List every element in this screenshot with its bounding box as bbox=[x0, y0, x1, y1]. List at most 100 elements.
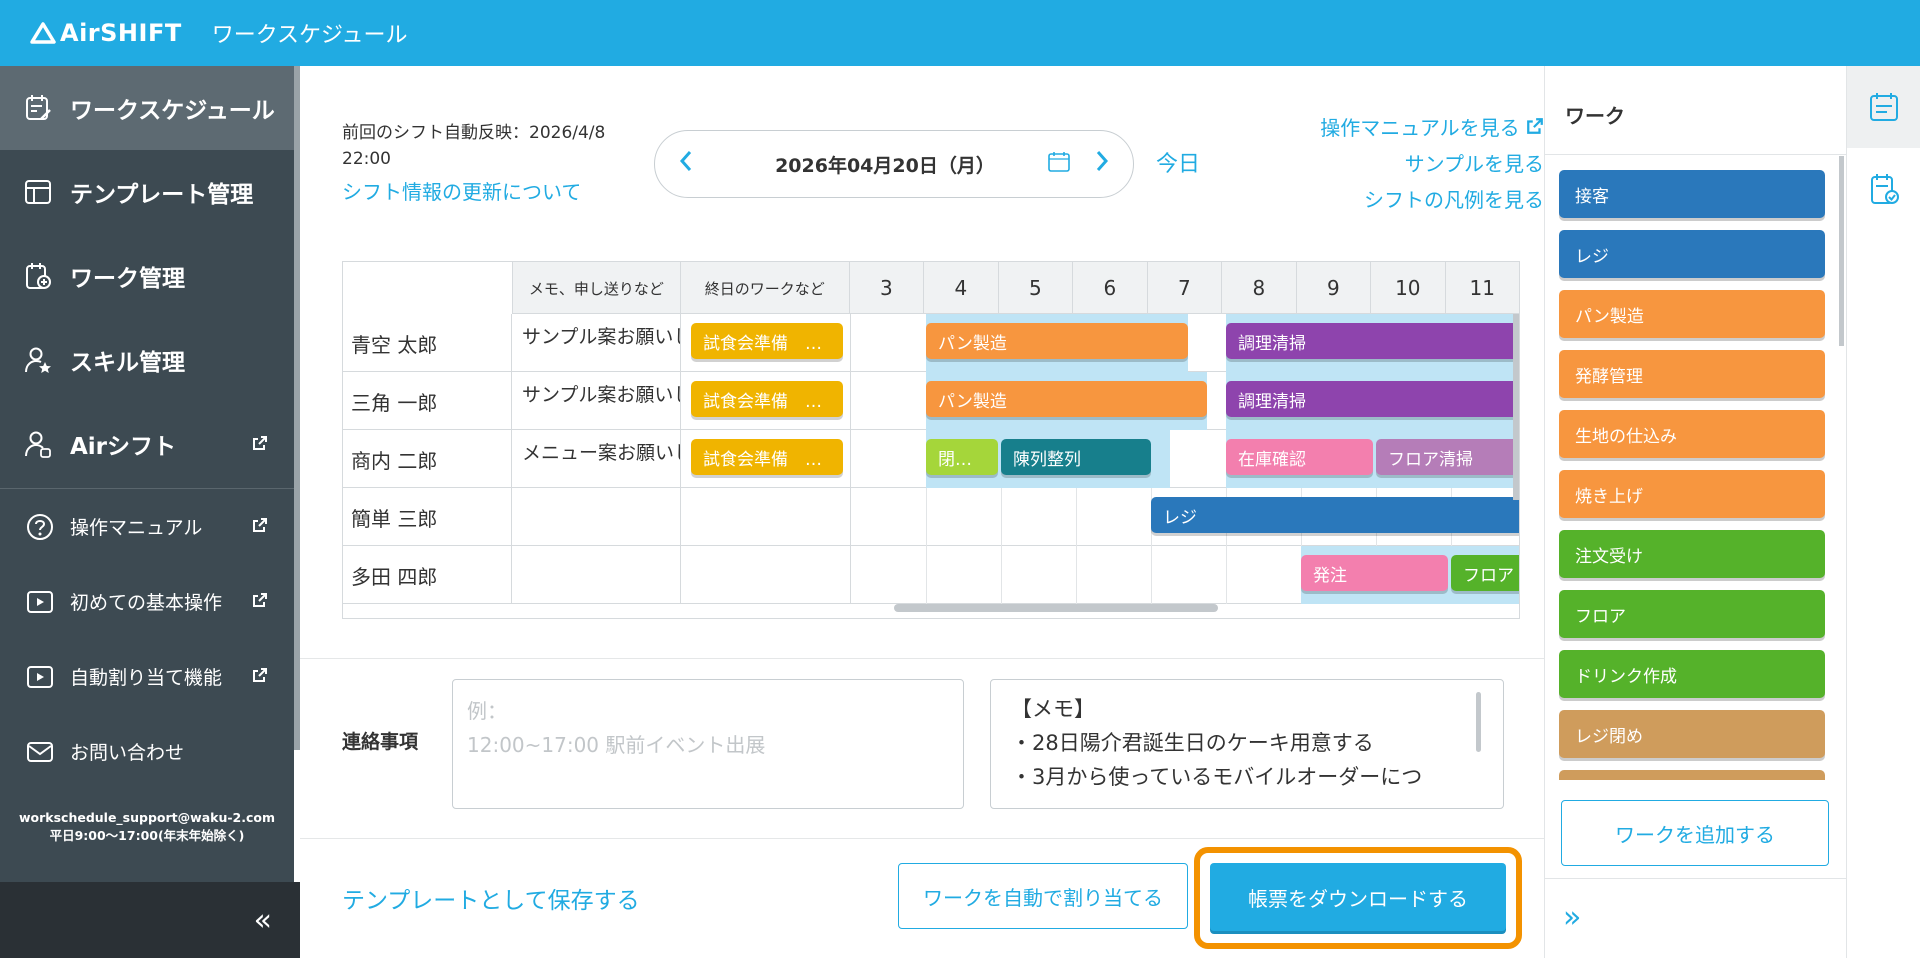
work-item[interactable]: レジ bbox=[1559, 230, 1825, 278]
sample-link[interactable]: サンプルを見る bbox=[1320, 148, 1544, 184]
work-item[interactable]: 接客 bbox=[1559, 170, 1825, 218]
collapse-sidebar-button[interactable]: « bbox=[0, 882, 300, 958]
manual-link-label: 操作マニュアルを見る bbox=[1320, 116, 1520, 140]
task-bar[interactable]: 在庫確認 bbox=[1226, 439, 1373, 475]
schedule-edit-icon bbox=[22, 92, 54, 124]
task-bar[interactable]: 発注 bbox=[1301, 555, 1448, 591]
play-icon bbox=[24, 661, 56, 693]
nav-label: ワークスケジュール bbox=[70, 98, 275, 124]
contact-input[interactable]: 例： 12:00~17:00 駅前イベント出展 bbox=[452, 679, 964, 809]
next-day-button[interactable] bbox=[1095, 149, 1109, 179]
sidebar: ワークスケジュール テンプレート管理 ワーク管理 スキル管理 Airシフト 操作… bbox=[0, 66, 300, 958]
chevron-right-icon bbox=[1096, 151, 1109, 171]
update-info-link[interactable]: シフト情報の更新について bbox=[342, 176, 581, 205]
memo-textarea[interactable]: 【メモ】 ・28日陽介君誕生日のケーキ用意する ・3月から使っているモバイルオー… bbox=[990, 679, 1504, 809]
task-bar[interactable]: レジ bbox=[1151, 497, 1519, 533]
support-info: workschedule_support@waku-2.com 平日9:00〜1… bbox=[0, 809, 294, 845]
right-icon-strip bbox=[1846, 66, 1920, 958]
allday-column-header: 終日のワークなど bbox=[679, 262, 849, 314]
work-panel-divider bbox=[1545, 878, 1847, 879]
today-button[interactable]: 今日 bbox=[1156, 146, 1200, 178]
auto-assign-button[interactable]: ワークを自動で割り当てる bbox=[898, 863, 1188, 929]
timeline-cell[interactable]: パン製造 調理清掃 bbox=[851, 314, 1519, 372]
expand-panel-button[interactable]: » bbox=[1563, 900, 1581, 935]
hour-header: 8 bbox=[1221, 262, 1295, 314]
memo-cell[interactable]: メニュー案お願いします bbox=[512, 430, 681, 488]
person-icon bbox=[22, 428, 54, 460]
schedule-row: 多田 四郎 発注 フロア bbox=[343, 546, 1519, 604]
nav-label: Airシフト bbox=[70, 434, 177, 460]
template-icon bbox=[22, 176, 54, 208]
allday-work-chip[interactable]: 試食会準備 … bbox=[691, 381, 843, 417]
task-bar[interactable]: フロア清掃 bbox=[1376, 439, 1519, 475]
memo-cell[interactable]: サンプル案お願いします bbox=[512, 314, 681, 372]
task-bar[interactable]: 閉… bbox=[926, 439, 998, 475]
allday-cell[interactable] bbox=[681, 546, 851, 604]
checklist-view-tab[interactable] bbox=[1847, 148, 1920, 230]
nav-airshift[interactable]: Airシフト bbox=[0, 402, 294, 486]
task-bar[interactable]: フロア bbox=[1451, 555, 1519, 591]
hour-header: 3 bbox=[848, 262, 923, 314]
memo-cell[interactable] bbox=[512, 488, 681, 546]
nav-skill-management[interactable]: スキル管理 bbox=[0, 318, 294, 402]
prev-day-button[interactable] bbox=[679, 149, 693, 179]
nav-work-schedule[interactable]: ワークスケジュール bbox=[0, 66, 294, 150]
add-work-button[interactable]: ワークを追加する bbox=[1561, 800, 1829, 866]
allday-cell[interactable] bbox=[681, 488, 851, 546]
download-report-button[interactable]: 帳票をダウンロードする bbox=[1210, 863, 1506, 931]
memo-line: ・3月から使っているモバイルオーダーにつ bbox=[1011, 765, 1423, 789]
allday-work-chip[interactable]: 試食会準備 … bbox=[691, 323, 843, 359]
work-item[interactable]: 焼き上げ bbox=[1559, 470, 1825, 518]
timeline-cell[interactable]: パン製造 調理清掃 bbox=[851, 372, 1519, 430]
hour-header: 5 bbox=[997, 262, 1072, 314]
allday-cell[interactable]: 試食会準備 … bbox=[681, 372, 851, 430]
task-bar[interactable]: 陳列整列 bbox=[1001, 439, 1151, 475]
work-item[interactable]: 注文受け bbox=[1559, 530, 1825, 578]
work-item[interactable]: ドリンク作成 bbox=[1559, 650, 1825, 698]
nav-contact[interactable]: お問い合わせ bbox=[0, 714, 294, 789]
nav-auto-assign[interactable]: 自動割り当て機能 bbox=[0, 639, 294, 714]
date-navigator: 2026年04月20日（月） bbox=[654, 130, 1134, 198]
allday-work-chip[interactable]: 試食会準備 … bbox=[691, 439, 843, 475]
task-bar[interactable]: パン製造 bbox=[926, 381, 1207, 417]
task-bar[interactable]: 調理清掃 bbox=[1226, 323, 1519, 359]
last-sync-text: 前回のシフト自動反映：2026/4/8 22:00 bbox=[342, 123, 606, 169]
work-item[interactable] bbox=[1559, 770, 1825, 780]
play-icon bbox=[24, 586, 56, 618]
schedule-view-tab[interactable] bbox=[1847, 66, 1920, 148]
work-item[interactable]: 発酵管理 bbox=[1559, 350, 1825, 398]
nav-work-management[interactable]: ワーク管理 bbox=[0, 234, 294, 318]
work-item[interactable]: フロア bbox=[1559, 590, 1825, 638]
work-item[interactable]: レジ閉め bbox=[1559, 710, 1825, 758]
memo-scrollbar[interactable] bbox=[1476, 692, 1481, 752]
hour-header: 7 bbox=[1146, 262, 1221, 314]
timeline-cell[interactable]: レジ bbox=[851, 488, 1519, 546]
work-panel-divider bbox=[1545, 154, 1847, 155]
airshift-logo[interactable]: AirSHIFT bbox=[30, 19, 182, 47]
task-bar[interactable]: パン製造 bbox=[926, 323, 1188, 359]
nav-template-management[interactable]: テンプレート管理 bbox=[0, 150, 294, 234]
employee-name: 三角 一郎 bbox=[343, 372, 512, 430]
nav-basic-operations[interactable]: 初めての基本操作 bbox=[0, 564, 294, 639]
current-date[interactable]: 2026年04月20日（月） bbox=[775, 151, 995, 178]
work-item[interactable]: パン製造 bbox=[1559, 290, 1825, 338]
allday-cell[interactable]: 試食会準備 … bbox=[681, 314, 851, 372]
manual-link[interactable]: 操作マニュアルを見る bbox=[1320, 112, 1544, 148]
nav-manual[interactable]: 操作マニュアル bbox=[0, 489, 294, 564]
allday-cell[interactable]: 試食会準備 … bbox=[681, 430, 851, 488]
skill-person-icon bbox=[22, 344, 54, 376]
work-panel-scrollbar[interactable] bbox=[1839, 156, 1844, 346]
memo-cell[interactable] bbox=[512, 546, 681, 604]
grid-vertical-scrollbar[interactable] bbox=[1513, 314, 1519, 500]
save-template-link[interactable]: テンプレートとして保存する bbox=[342, 881, 640, 915]
work-item[interactable]: 生地の仕込み bbox=[1559, 410, 1825, 458]
timeline-cell[interactable]: 閉… 陳列整列 在庫確認 フロア清掃 bbox=[851, 430, 1519, 488]
timeline-cell[interactable]: 発注 フロア bbox=[851, 546, 1519, 604]
calendar-icon[interactable] bbox=[1047, 151, 1071, 177]
grid-horizontal-scrollbar[interactable] bbox=[894, 604, 1218, 612]
nav-label: 初めての基本操作 bbox=[70, 592, 223, 614]
question-icon bbox=[24, 511, 56, 543]
task-bar[interactable]: 調理清掃 bbox=[1226, 381, 1519, 417]
memo-cell[interactable]: サンプル案お願いします bbox=[512, 372, 681, 430]
legend-link[interactable]: シフトの凡例を見る bbox=[1320, 184, 1544, 220]
